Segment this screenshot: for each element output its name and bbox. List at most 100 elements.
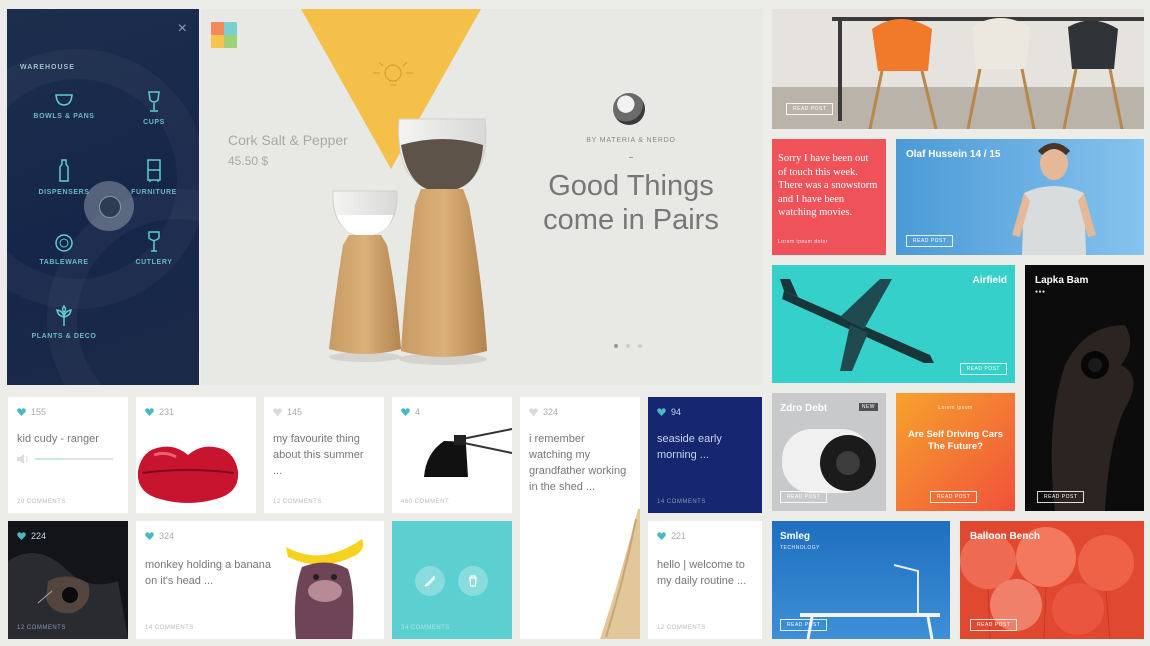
like-counter[interactable]: 155: [17, 407, 46, 417]
tile-quote[interactable]: Sorry I have been out of touch this week…: [772, 139, 886, 255]
edit-button[interactable]: [415, 566, 445, 596]
read-post-button[interactable]: READ POST: [780, 619, 828, 631]
feed-card-routine[interactable]: 221 hello | welcome to my daily routine …: [648, 521, 762, 639]
like-counter[interactable]: 94: [657, 407, 681, 417]
like-counter[interactable]: 324: [145, 531, 174, 541]
read-post-button[interactable]: READ POST: [786, 103, 834, 115]
sidebar-item-label: PLANTS & DECO: [31, 333, 97, 340]
tile-olaf[interactable]: Olaf Hussein 14 / 15 READ POST: [896, 139, 1144, 255]
feed-card-lamp[interactable]: 4 460 COMMENT: [392, 397, 512, 513]
like-counter[interactable]: 4: [401, 407, 420, 417]
quote-author: Lorem ipsum dolor: [778, 239, 828, 245]
app-logo[interactable]: [211, 22, 237, 48]
tile-title: Olaf Hussein 14 / 15: [906, 149, 1001, 160]
carousel-dots[interactable]: [614, 335, 650, 353]
heart-icon: [17, 532, 26, 540]
like-count: 324: [543, 407, 559, 417]
tile-zdro[interactable]: Zdro Debt NEW READ POST: [772, 393, 886, 511]
read-post-button[interactable]: READ POST: [959, 363, 1007, 375]
audio-progress-bar[interactable]: [35, 458, 113, 460]
comment-count[interactable]: 12 COMMENTS: [657, 625, 706, 631]
feed-card-monkey[interactable]: 324 monkey holding a banana on it's head…: [136, 521, 384, 639]
carousel-dot[interactable]: [638, 344, 642, 348]
tile-subtitle: TECHNOLOGY: [780, 545, 821, 551]
heart-icon: [401, 408, 410, 416]
close-icon[interactable]: ×: [178, 21, 187, 37]
speaker-device-image: [782, 429, 876, 493]
like-count: 4: [415, 407, 421, 417]
carousel-dot[interactable]: [614, 344, 618, 348]
tile-lapka[interactable]: Lapka Bam ●●● READ POST: [1025, 265, 1144, 511]
cup-icon: [148, 91, 160, 112]
card-caption: seaside early morning ...: [657, 433, 722, 461]
plant-icon: [56, 305, 72, 326]
comment-count[interactable]: 34 COMMENTS: [401, 625, 450, 631]
heart-icon: [529, 408, 538, 416]
divider: [629, 157, 633, 158]
dispenser-icon: [59, 159, 69, 182]
comment-count[interactable]: 460 COMMENT: [401, 499, 449, 505]
read-post-button[interactable]: READ POST: [1037, 491, 1085, 503]
carousel-dot[interactable]: [626, 344, 630, 348]
like-counter[interactable]: 145: [273, 407, 302, 417]
tile-self-driving[interactable]: Lorem ipsum Are Self Driving Cars The Fu…: [896, 393, 1015, 511]
trash-icon: [469, 575, 477, 587]
feed-card-summer[interactable]: 145 my favourite thing about this summer…: [264, 397, 384, 513]
tile-chairs[interactable]: READ POST: [772, 9, 1144, 129]
card-caption: my favourite thing about this summer ...: [273, 433, 364, 477]
warehouse-sidebar: × WAREHOUSE BOWLS & PANS CUPS DISPENSERS…: [7, 9, 199, 385]
tile-title: Airfield: [972, 275, 1007, 286]
like-counter[interactable]: 224: [17, 531, 46, 541]
wood-plank-image: [600, 509, 640, 639]
sidebar-item-cutlery[interactable]: CUTLERY: [109, 231, 199, 266]
feed-card-lips[interactable]: 231: [136, 397, 256, 513]
comment-count[interactable]: 20 COMMENTS: [17, 499, 66, 505]
touch-cursor: [84, 181, 134, 231]
like-count: 324: [159, 531, 175, 541]
tile-smleg[interactable]: Smleg TECHNOLOGY READ POST: [772, 521, 950, 639]
sidebar-item-plants[interactable]: PLANTS & DECO: [19, 305, 109, 340]
read-post-button[interactable]: READ POST: [906, 235, 954, 247]
feed-card-seaside[interactable]: 94 seaside early morning ... 14 COMMENTS: [648, 397, 762, 513]
sidebar-item-bowls[interactable]: BOWLS & PANS: [19, 91, 109, 120]
furniture-icon: [147, 159, 161, 182]
heart-icon: [17, 408, 26, 416]
feed-card-audio[interactable]: 155 kid cudy - ranger 20 COMMENTS: [8, 397, 128, 513]
volume-icon[interactable]: [17, 454, 29, 464]
like-counter[interactable]: 221: [657, 531, 686, 541]
feed-card-hands[interactable]: 224 12 COMMENTS: [8, 521, 128, 639]
sidebar-item-label: TABLEWARE: [39, 259, 89, 266]
tile-balloon[interactable]: Balloon Bench READ POST: [960, 521, 1144, 639]
sidebar-item-label: CUTLERY: [135, 259, 173, 266]
like-count: 231: [159, 407, 175, 417]
tile-title: Smleg: [780, 531, 811, 542]
comment-count[interactable]: 14 COMMENTS: [145, 625, 194, 631]
sidebar-item-tableware[interactable]: TABLEWARE: [19, 233, 109, 266]
like-counter[interactable]: 324: [529, 407, 558, 417]
tile-airfield[interactable]: Airfield READ POST: [772, 265, 1015, 383]
tile-title: Are Self Driving Cars The Future?: [907, 429, 1004, 452]
sidebar-item-cups[interactable]: CUPS: [109, 91, 199, 126]
desk-lamp-image: [424, 428, 512, 477]
read-post-button[interactable]: READ POST: [970, 619, 1018, 631]
bowl-icon: [55, 94, 73, 106]
audio-player[interactable]: [17, 454, 113, 464]
delete-button[interactable]: [458, 566, 488, 596]
feed-card-grandfather[interactable]: 324 i remember watching my grandfather w…: [520, 397, 640, 639]
comment-count[interactable]: 12 COMMENTS: [17, 625, 66, 631]
read-post-button[interactable]: READ POST: [930, 491, 978, 503]
hero-price: 45.50 $: [228, 154, 269, 168]
author-avatar[interactable]: [613, 93, 645, 125]
feed-card-actions[interactable]: 34 COMMENTS: [392, 521, 512, 639]
read-post-button[interactable]: READ POST: [780, 491, 828, 503]
hero-headline: Good Things come in Pairs: [543, 170, 719, 236]
comment-count[interactable]: 12 COMMENTS: [273, 499, 322, 505]
airplane-image: [780, 279, 934, 371]
hero-banner[interactable]: Cork Salt & Pepper 45.50 $ BY MATERIA & …: [201, 9, 763, 385]
tile-subtitle: ●●●: [1035, 289, 1046, 295]
comment-count[interactable]: 14 COMMENTS: [657, 499, 706, 505]
hero-byline: BY MATERIA & NERDO: [586, 137, 676, 144]
like-count: 94: [671, 407, 682, 417]
like-counter[interactable]: 231: [145, 407, 174, 417]
heart-icon: [657, 408, 666, 416]
